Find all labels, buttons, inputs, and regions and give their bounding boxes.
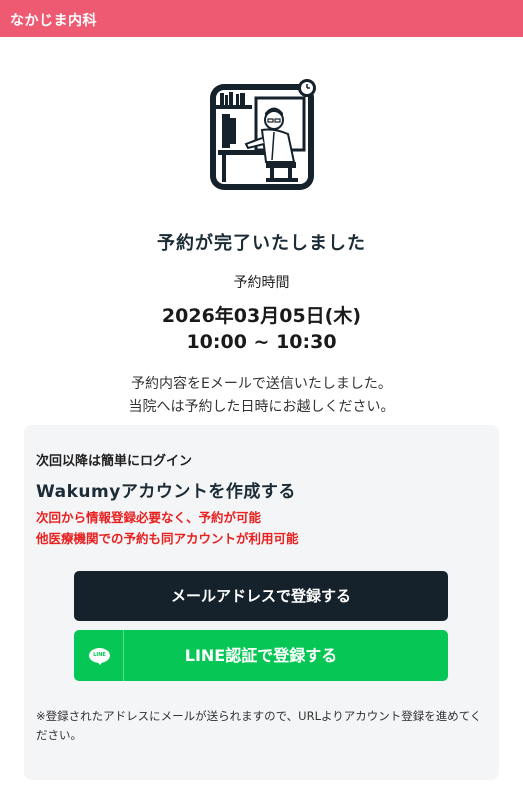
- line-signup-button-label: LINE認証で登録する: [184, 646, 338, 665]
- visit-instruction-message: 当院へは予約した日時にお越しください。: [128, 399, 395, 415]
- email-sent-message: 予約内容をEメールで送信いたしました。: [131, 376, 392, 392]
- line-icon-text: LINE: [93, 652, 106, 658]
- completion-title: 予約が完了いたしました: [157, 233, 366, 254]
- header-bar: なかじま内科: [0, 0, 523, 37]
- clinic-name: なかじま内科: [10, 13, 97, 29]
- reservation-time-label: 予約時間: [233, 275, 290, 291]
- login-note: 次回以降は簡単にログイン: [36, 454, 193, 469]
- account-signup-panel: 次回以降は簡単にログイン Wakumyアカウントを作成する 次回から情報登録必要…: [24, 425, 499, 780]
- line-signup-button[interactable]: LINE LINE認証で登録する: [74, 630, 448, 681]
- reservation-time-range: 10:00 ~ 10:30: [186, 331, 337, 353]
- benefit-line-1: 次回から情報登録必要なく、予約が可能: [36, 510, 262, 525]
- email-signup-button[interactable]: メールアドレスで登録する: [74, 571, 448, 621]
- doctor-at-desk-illustration: [210, 78, 318, 192]
- reservation-date: 2026年03月05日(木): [161, 305, 362, 327]
- signup-title: Wakumyアカウントを作成する: [36, 482, 296, 502]
- email-signup-button-label: メールアドレスで登録する: [170, 587, 351, 605]
- signup-footnote: ※登録されたアドレスにメールが送られますので、URLよりアカウント登録を進めてく…: [36, 709, 482, 742]
- line-icon: LINE: [74, 630, 124, 681]
- benefit-line-2: 他医療機関での予約も同アカウントが利用可能: [36, 531, 299, 546]
